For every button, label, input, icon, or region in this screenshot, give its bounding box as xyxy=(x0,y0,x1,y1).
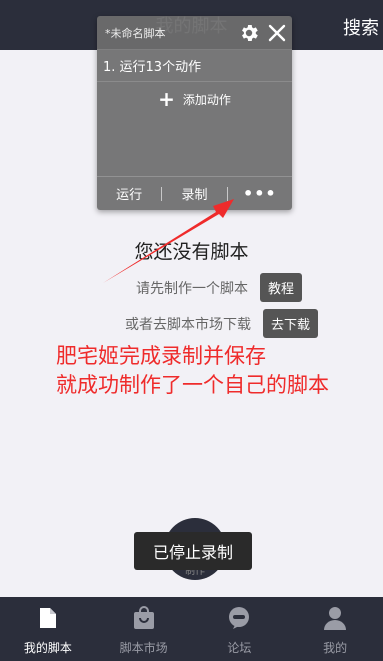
action-list-item[interactable]: 1. 运行13个动作 xyxy=(97,50,292,82)
tab-profile[interactable]: 我的 xyxy=(287,597,383,661)
record-button[interactable]: 录制 xyxy=(162,184,226,203)
document-icon xyxy=(36,605,60,631)
run-button[interactable]: 运行 xyxy=(97,184,161,203)
download-hint: 或者去脚本市场下载 xyxy=(125,316,251,333)
add-action-label: 添加动作 xyxy=(182,92,231,107)
panel-footer: 运行 录制 ••• xyxy=(97,176,292,210)
script-name: *未命名脚本 xyxy=(105,26,166,40)
download-button[interactable]: 去下载 xyxy=(263,309,319,338)
more-icon[interactable]: ••• xyxy=(228,184,292,203)
plus-icon: + xyxy=(158,87,175,111)
tutorial-button[interactable]: 教程 xyxy=(260,273,303,302)
tutorial-row: 请先制作一个脚本 教程 xyxy=(136,273,303,302)
floating-script-panel[interactable]: *未命名脚本 1. 运行13个动作 + 添加动作 运行 录制 ••• xyxy=(97,16,292,210)
tab-script-market[interactable]: 脚本市场 xyxy=(96,597,192,661)
annotation-line-2: 就成功制作了一个自己的脚本 xyxy=(56,373,329,397)
chat-bubble-icon xyxy=(227,605,251,631)
download-row: 或者去脚本市场下载 去下载 xyxy=(125,309,319,338)
search-button[interactable]: 搜索 xyxy=(343,14,379,40)
panel-header: *未命名脚本 xyxy=(97,16,292,50)
shopping-bag-icon xyxy=(132,605,156,631)
gear-icon[interactable] xyxy=(236,20,262,46)
toast-message: 已停止录制 xyxy=(134,532,252,570)
tab-label: 我的 xyxy=(323,641,348,655)
tab-label: 我的脚本 xyxy=(23,641,72,655)
add-action-button[interactable]: + 添加动作 xyxy=(97,82,292,116)
annotation-text: 肥宅姬完成录制并保存 就成功制作了一个自己的脚本 xyxy=(56,342,329,400)
close-icon[interactable] xyxy=(262,20,292,46)
tab-forum[interactable]: 论坛 xyxy=(192,597,288,661)
annotation-line-1: 肥宅姬完成录制并保存 xyxy=(56,344,266,368)
tab-my-scripts[interactable]: 我的脚本 xyxy=(0,597,96,661)
bottom-tab-bar: 我的脚本 脚本市场 论坛 我的 xyxy=(0,597,383,661)
person-icon xyxy=(323,605,347,631)
tutorial-hint: 请先制作一个脚本 xyxy=(136,280,248,297)
tab-label: 脚本市场 xyxy=(119,641,168,655)
empty-state-title: 您还没有脚本 xyxy=(134,241,249,263)
tab-label: 论坛 xyxy=(227,641,252,655)
